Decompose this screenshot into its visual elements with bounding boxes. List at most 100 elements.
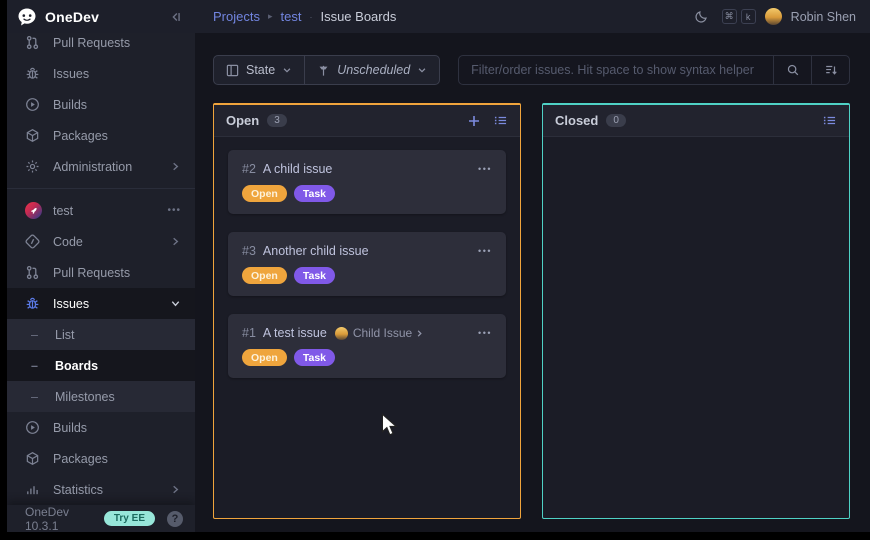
card-badges: Open Task (242, 185, 492, 202)
sidebar-item-project-pull-requests[interactable]: Pull Requests (7, 257, 195, 288)
package-icon (25, 128, 40, 143)
sidebar-item-pull-requests[interactable]: Pull Requests (7, 33, 195, 58)
sidebar-item-label: Code (53, 235, 170, 249)
card-title-row: #1 A test issue Child Issue ••• (242, 326, 492, 340)
issue-title-link[interactable]: A test issue (263, 326, 327, 340)
state-badge: Open (242, 349, 287, 366)
sidebar: Pull Requests Issues (7, 33, 195, 532)
card-badges: Open Task (242, 267, 492, 284)
column-actions (467, 114, 508, 128)
column-count-badge: 0 (606, 114, 626, 127)
breadcrumb-separator-icon: ▸ (268, 11, 273, 22)
sidebar-item-project-builds[interactable]: Builds (7, 412, 195, 443)
main-content: State Unscheduled (195, 33, 870, 532)
sidebar-item-issues-milestones[interactable]: – Milestones (7, 381, 195, 412)
board-columns-icon (226, 64, 239, 77)
chevron-right-icon (415, 329, 424, 338)
add-issue-icon[interactable] (467, 114, 481, 128)
sidebar-item-project-test[interactable]: test ••• (7, 195, 195, 226)
milestone-select-label: Unscheduled (337, 63, 410, 77)
project-more-icon[interactable]: ••• (167, 205, 181, 216)
issue-title-link[interactable]: A child issue (263, 162, 332, 176)
sub-item-dash: – (27, 328, 42, 342)
sidebar-footer: OneDev 10.3.1 Try EE ? (7, 505, 195, 532)
card-more-icon[interactable]: ••• (478, 328, 492, 338)
shortcut-key-cmd: ⌘ (722, 9, 737, 24)
sidebar-item-label: Builds (53, 421, 181, 435)
issue-card[interactable]: #3 Another child issue ••• Open Task (228, 232, 506, 296)
column-count-badge: 3 (267, 114, 287, 127)
sub-item-dash: – (27, 390, 42, 404)
package-icon (25, 451, 40, 466)
state-badge: Open (242, 267, 287, 284)
search-icon[interactable] (773, 56, 811, 84)
breadcrumb: Projects ▸ test · Issue Boards (195, 9, 396, 24)
issue-title-link[interactable]: Another child issue (263, 244, 369, 258)
board-select-label: State (246, 63, 275, 77)
sidebar-collapse-icon[interactable] (169, 10, 183, 24)
sidebar-item-label: Issues (53, 67, 181, 81)
issue-number: #2 (242, 162, 256, 176)
chevron-down-icon (282, 65, 292, 75)
bug-icon (25, 66, 40, 81)
sidebar-item-issues[interactable]: Issues (7, 58, 195, 89)
column-title: Closed (555, 113, 598, 128)
column-menu-icon[interactable] (822, 114, 837, 127)
sidebar-header: OneDev (7, 0, 195, 33)
sidebar-item-label: Administration (53, 160, 170, 174)
column-body-closed (543, 137, 849, 518)
onedev-logo-icon[interactable] (17, 7, 37, 27)
column-header-closed: Closed 0 (543, 105, 849, 137)
project-name: test (53, 204, 167, 218)
breadcrumb-separator-icon: · (309, 12, 312, 22)
code-icon (25, 234, 40, 249)
try-ee-badge[interactable]: Try EE (104, 511, 155, 526)
card-more-icon[interactable]: ••• (478, 246, 492, 256)
milestone-select-button[interactable]: Unscheduled (304, 56, 439, 84)
sidebar-item-project-issues[interactable]: Issues (7, 288, 195, 319)
column-body-open: #2 A child issue ••• Open Task #3 Anothe… (214, 137, 520, 518)
type-badge: Task (294, 349, 335, 366)
sidebar-item-label: Pull Requests (53, 266, 181, 280)
sub-item-dash: – (27, 359, 42, 373)
sidebar-item-label: Issues (53, 297, 170, 311)
sidebar-item-packages[interactable]: Packages (7, 120, 195, 151)
issue-card[interactable]: #1 A test issue Child Issue ••• Open Tas… (228, 314, 506, 378)
sidebar-item-code[interactable]: Code (7, 226, 195, 257)
sidebar-item-label: Builds (53, 98, 181, 112)
sidebar-item-project-packages[interactable]: Packages (7, 443, 195, 474)
sidebar-item-label: Milestones (55, 390, 181, 404)
chevron-down-icon (170, 298, 181, 309)
pull-request-icon (25, 35, 40, 50)
user-avatar[interactable] (765, 8, 782, 25)
column-menu-icon[interactable] (493, 114, 508, 127)
dark-mode-toggle-icon[interactable] (694, 9, 709, 24)
child-issue-link[interactable]: Child Issue (353, 326, 412, 340)
sidebar-item-label: Boards (55, 359, 181, 373)
card-more-icon[interactable]: ••• (478, 164, 492, 174)
card-title-row: #3 Another child issue ••• (242, 244, 492, 258)
project-avatar-rocket-icon (25, 202, 42, 219)
board-select-button[interactable]: State (214, 56, 304, 84)
issue-card[interactable]: #2 A child issue ••• Open Task (228, 150, 506, 214)
chevron-right-icon (170, 484, 181, 495)
sidebar-item-issues-boards[interactable]: – Boards (7, 350, 195, 381)
user-name[interactable]: Robin Shen (791, 10, 856, 24)
app-title: OneDev (45, 9, 169, 25)
sidebar-item-builds[interactable]: Builds (7, 89, 195, 120)
sidebar-item-label: Pull Requests (53, 36, 181, 50)
column-title: Open (226, 113, 259, 128)
gear-icon (25, 159, 40, 174)
sidebar-item-administration[interactable]: Administration (7, 151, 195, 182)
breadcrumb-project-link[interactable]: test (281, 9, 302, 24)
column-actions (822, 114, 837, 127)
breadcrumb-projects-link[interactable]: Projects (213, 9, 260, 24)
play-circle-icon (25, 420, 40, 435)
order-icon[interactable] (811, 56, 849, 84)
sidebar-item-statistics[interactable]: Statistics (7, 474, 195, 505)
help-icon[interactable]: ? (167, 511, 183, 527)
sidebar-item-issues-list[interactable]: – List (7, 319, 195, 350)
sidebar-item-label: Packages (53, 129, 181, 143)
board-selectors: State Unscheduled (213, 55, 440, 85)
filter-input[interactable] (459, 56, 773, 84)
